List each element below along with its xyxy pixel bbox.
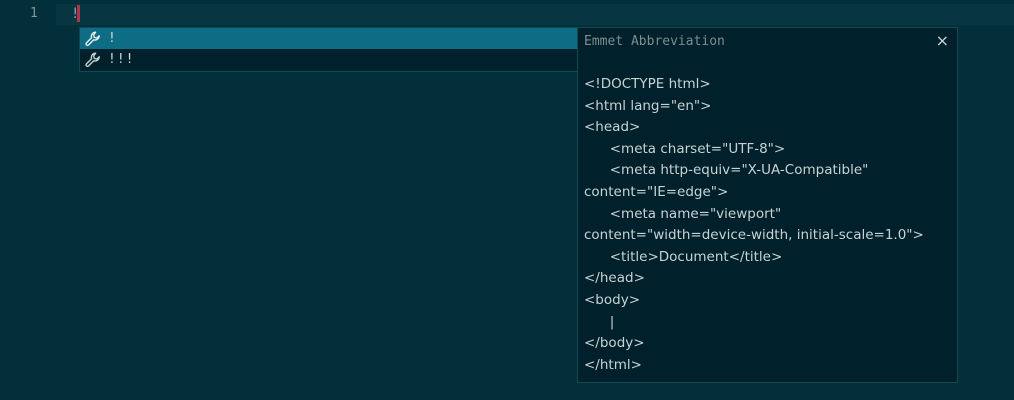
snippet-line: <head> bbox=[584, 119, 641, 136]
snippet-line: <html lang="en"> bbox=[584, 97, 712, 114]
snippet-line: </head> bbox=[584, 270, 645, 287]
current-line-highlight bbox=[56, 4, 1014, 25]
suggestion-details-panel: Emmet Abbreviation × <!DOCTYPE html> <htm… bbox=[577, 27, 958, 383]
suggestion-item[interactable]: ! bbox=[80, 28, 578, 49]
snippet-line: | bbox=[584, 313, 615, 330]
close-icon[interactable]: × bbox=[936, 31, 949, 51]
snippet-line: <meta http-equiv="X-UA-Compatible" bbox=[584, 162, 869, 179]
wrench-icon bbox=[85, 30, 101, 47]
suggestion-item[interactable]: !!! bbox=[80, 49, 578, 70]
snippet-line: <body> bbox=[584, 291, 641, 308]
wrench-icon bbox=[85, 51, 101, 68]
snippet-line: <title>Document</title> bbox=[584, 248, 783, 265]
snippet-line: </body> bbox=[584, 335, 645, 352]
snippet-line: content="IE=edge"> bbox=[584, 183, 729, 200]
snippet-line: <meta name="viewport" bbox=[584, 205, 782, 222]
snippet-line: content="width=device-width, initial-sca… bbox=[584, 227, 924, 244]
snippet-line: <meta charset="UTF-8"> bbox=[584, 140, 786, 157]
snippet-line: </html> bbox=[584, 356, 642, 373]
details-title: Emmet Abbreviation bbox=[584, 34, 725, 49]
suggestion-list[interactable]: ! !!! bbox=[79, 27, 579, 72]
snippet-preview: <!DOCTYPE html> <html lang="en"> <head> <m… bbox=[584, 74, 924, 376]
suggestion-label: ! bbox=[108, 31, 117, 46]
text-caret bbox=[77, 5, 80, 22]
line-number: 1 bbox=[30, 6, 38, 21]
snippet-line: <!DOCTYPE html> bbox=[584, 76, 711, 92]
suggestion-label: !!! bbox=[108, 52, 135, 67]
